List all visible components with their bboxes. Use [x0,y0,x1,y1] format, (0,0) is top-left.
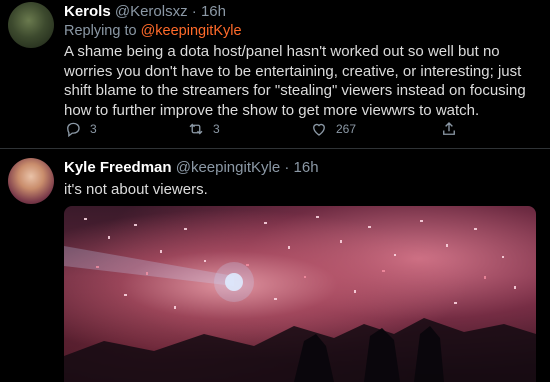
heart-icon [313,123,325,136]
replying-to: Replying to @keepingitKyle [64,23,242,39]
avatar[interactable] [8,2,54,48]
tweet-text: it's not about viewers. [64,181,208,198]
tweet-text-line: worries you don't have to be entertainin… [64,62,522,80]
reply-button[interactable]: 3 [64,120,97,138]
tweet-kerols[interactable]: Kerols @Kerolsxz · 16h Replying to @keep… [0,0,550,149]
reply-count: 3 [90,122,97,136]
retweet-icon [189,123,203,135]
replying-prefix: Replying to [64,23,141,39]
replying-handle-link[interactable]: @keepingitKyle [141,23,242,39]
separator-dot: · [284,159,290,176]
like-button[interactable]: 267 [310,120,356,138]
tweet-media-image[interactable] [64,206,536,382]
share-icon [443,122,455,135]
tweet-text: A shame being a dota host/panel hasn't w… [64,42,544,120]
like-count: 267 [336,122,357,136]
tweet-header: Kyle Freedman @keepingitKyle · 16h [64,159,319,176]
timestamp[interactable]: 16h [294,159,319,176]
reply-icon [67,122,80,138]
timestamp[interactable]: 16h [201,3,226,20]
tweet-text-line: how to further improve the show to get m… [64,101,480,119]
tweet-header: Kerols @Kerolsxz · 16h [64,3,226,20]
retweet-count: 3 [213,122,220,136]
tweet-actions: 3 3 267 [64,120,484,140]
display-name[interactable]: Kerols [64,3,111,20]
display-name[interactable]: Kyle Freedman [64,159,172,176]
avatar[interactable] [8,158,54,204]
retweet-button[interactable]: 3 [187,120,220,138]
user-handle[interactable]: @Kerolsxz [115,3,188,20]
separator-dot: · [191,3,197,20]
tweet-text-line: shift blame to the streamers for "steali… [64,82,526,99]
tweet-text-line: A shame being a dota host/panel hasn't w… [64,43,500,60]
share-button[interactable] [440,120,458,138]
user-handle[interactable]: @keepingitKyle [176,159,280,176]
confetti-stage-image [64,216,536,382]
